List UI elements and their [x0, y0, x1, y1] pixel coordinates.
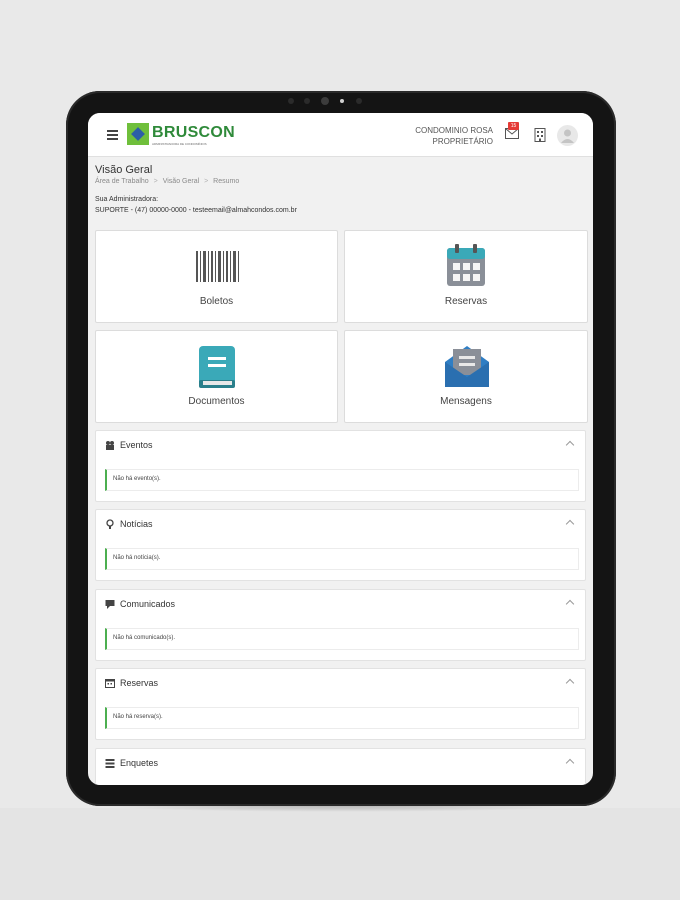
panel-header[interactable]: Eventos	[96, 431, 585, 461]
panel-empty-message: Não há evento(s).	[105, 469, 579, 491]
panel-reservas: Reservas Não há reserva(s).	[95, 668, 586, 740]
panel-noticias: Notícias Não há notícia(s).	[95, 509, 586, 581]
tile-label: Mensagens	[440, 396, 492, 407]
logo-text[interactable]: BRUSCON	[152, 124, 235, 142]
panel-empty-message: Não há comunicado(s).	[105, 628, 579, 650]
empty-text: Não há notícia(s).	[113, 555, 161, 561]
panel-comunicados: Comunicados Não há comunicado(s).	[95, 589, 586, 661]
page-title: Visão Geral	[95, 164, 153, 176]
breadcrumb-separator: >	[204, 178, 209, 185]
panel-empty-message: Não há notícia(s).	[105, 548, 579, 570]
app-screen: BRUSCON ADMINISTRADORA DE CONDOMÍNIOS CO…	[88, 113, 593, 785]
panel-eventos: Eventos Não há evento(s).	[95, 430, 586, 502]
tile-reservas[interactable]: Reservas	[344, 230, 588, 323]
menu-icon[interactable]	[107, 130, 118, 140]
camera-lens	[321, 97, 329, 105]
envelope-icon	[445, 346, 489, 387]
tile-label: Reservas	[444, 296, 488, 307]
calendar-icon	[447, 244, 485, 286]
chat-icon	[105, 600, 115, 609]
breadcrumb-item-overview[interactable]: Visão Geral	[163, 178, 199, 185]
chevron-up-icon[interactable]	[565, 678, 575, 688]
user-role: PROPRIETÁRIO	[432, 137, 493, 146]
empty-text: Não há evento(s).	[113, 476, 161, 482]
panel-header[interactable]: Reservas	[96, 669, 585, 699]
panel-header[interactable]: Comunicados	[96, 590, 585, 620]
tile-label: Documentos	[188, 396, 245, 407]
logo-subtitle: ADMINISTRADORA DE CONDOMÍNIOS	[152, 142, 207, 146]
breadcrumb-separator: >	[153, 178, 158, 185]
condo-name: CONDOMINIO ROSA	[415, 126, 493, 135]
tablet-camera-bar	[284, 96, 364, 106]
calendar-icon	[105, 679, 115, 688]
panel-title: Comunicados	[120, 599, 176, 609]
bulb-icon	[106, 519, 114, 529]
panel-title: Enquetes	[120, 758, 159, 768]
book-icon	[199, 346, 235, 388]
panel-header[interactable]: Notícias	[96, 510, 585, 540]
tile-documentos[interactable]: Documentos	[95, 330, 338, 423]
admin-label: Sua Administradora:	[95, 196, 159, 203]
chevron-up-icon[interactable]	[565, 599, 575, 609]
chevron-up-icon[interactable]	[565, 758, 575, 768]
logo-icon	[127, 123, 149, 145]
people-icon	[106, 441, 114, 450]
chevron-up-icon[interactable]	[565, 440, 575, 450]
panel-empty-message: Não há reserva(s).	[105, 707, 579, 729]
tile-label: Boletos	[199, 296, 234, 307]
breadcrumb-item-home[interactable]: Área de Trabalho	[95, 178, 149, 185]
top-bar: BRUSCON ADMINISTRADORA DE CONDOMÍNIOS CO…	[88, 113, 593, 157]
panel-header[interactable]: Enquetes	[96, 749, 585, 779]
breadcrumb: Área de Trabalho > Visão Geral > Resumo	[95, 178, 239, 185]
building-icon[interactable]	[534, 128, 546, 142]
tile-mensagens[interactable]: Mensagens	[344, 330, 588, 423]
tile-boletos[interactable]: Boletos	[95, 230, 338, 323]
panel-enquetes: Enquetes	[95, 748, 586, 785]
panel-title: Reservas	[120, 678, 159, 688]
condo-selector[interactable]: CONDOMINIO ROSA PROPRIETÁRIO	[388, 125, 493, 147]
admin-info: SUPORTE - (47) 00000-0000 - testeemail@a…	[95, 207, 297, 214]
avatar[interactable]	[557, 125, 578, 146]
mail-badge: 15	[508, 122, 519, 130]
breadcrumb-item-summary: Resumo	[213, 178, 240, 185]
panel-title: Eventos	[120, 440, 153, 450]
list-icon	[105, 759, 115, 768]
user-icon	[561, 129, 574, 143]
panel-title: Notícias	[120, 519, 153, 529]
barcode-icon	[196, 251, 239, 282]
empty-text: Não há comunicado(s).	[113, 635, 176, 641]
chevron-up-icon[interactable]	[565, 519, 575, 529]
background-floor	[0, 808, 680, 900]
empty-text: Não há reserva(s).	[113, 714, 163, 720]
